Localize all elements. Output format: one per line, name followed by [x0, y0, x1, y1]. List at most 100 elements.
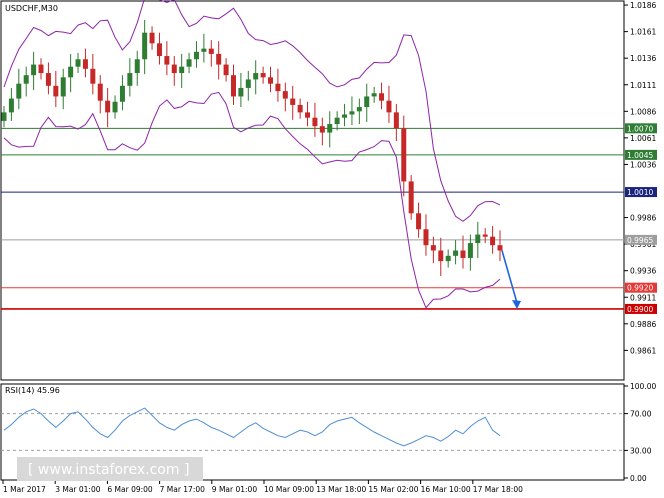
watermark: [ www.instaforex.com ]	[17, 457, 203, 481]
price-tick-label: 1.0036	[630, 160, 656, 169]
candle-body	[290, 98, 296, 105]
candle-body	[475, 234, 481, 244]
candle-body	[497, 245, 503, 251]
level-price-label: 0.9900	[627, 305, 653, 314]
candle-body	[364, 96, 370, 108]
candle-body	[53, 85, 59, 97]
candle-body	[156, 43, 162, 57]
candle-body	[453, 250, 459, 256]
candle-body	[327, 124, 333, 133]
time-tick-label: 15 Mar 02:00	[368, 485, 418, 494]
rsi-label: RSI(14) 45.96	[5, 386, 60, 395]
candle-body	[38, 64, 44, 74]
candle-body	[142, 32, 148, 60]
candle-body	[423, 229, 429, 246]
price-tick-label: 1.0161	[630, 28, 656, 37]
candle-body	[90, 68, 96, 84]
candle-body	[134, 59, 140, 74]
time-tick-label: 3 Mar 01:00	[55, 485, 101, 494]
time-axis: 1 Mar 2017 3 Mar 01:00 6 Mar 09:00 7 Mar 17…	[2, 480, 523, 494]
time-tick-label: 16 Mar 10:00	[421, 485, 471, 494]
level-price-label: 0.9920	[627, 284, 653, 293]
candle-body	[60, 77, 66, 97]
candle-body	[8, 98, 14, 113]
candle-body	[68, 66, 74, 78]
time-tick-label: 17 Mar 18:00	[473, 485, 523, 494]
time-tick-label: 7 Mar 17:00	[160, 485, 206, 494]
candle-body	[379, 93, 385, 101]
price-tick-label: 1.0086	[630, 107, 656, 116]
candle-body	[1, 112, 7, 121]
rsi-tick-label: 0.00	[630, 474, 647, 483]
level-price-label: 1.0070	[627, 124, 653, 133]
candle-body	[482, 234, 488, 237]
candle-body	[445, 255, 451, 262]
candle-body	[16, 83, 22, 99]
candle-body	[253, 73, 259, 80]
usdchf-chart: USDCHF,M30 RSI(14) 45.96 1.0186 1.0161 1.0…	[0, 0, 657, 494]
candle-body	[349, 111, 355, 115]
level-price-label: 1.0045	[627, 151, 653, 160]
candle-body	[193, 51, 199, 60]
candle-body	[467, 243, 473, 258]
candle-body	[238, 87, 244, 97]
candle-body	[490, 236, 496, 246]
candle-body	[179, 66, 185, 74]
price-tick-label: 1.0186	[630, 1, 656, 10]
time-tick-label: 10 Mar 09:00	[264, 485, 314, 494]
candle-body	[356, 107, 362, 112]
candle-body	[105, 100, 111, 113]
candle-body	[438, 250, 444, 262]
price-tick-label: 1.0111	[630, 81, 656, 90]
candle-body	[297, 104, 303, 113]
price-tick-label: 0.9986	[630, 214, 656, 223]
candle-body	[401, 128, 407, 182]
price-axis: 1.01861.01611.01361.01111.00861.00611.00…	[624, 1, 656, 355]
time-tick-label: 1 Mar 2017	[3, 485, 46, 494]
candle-body	[460, 250, 466, 258]
candle-body	[260, 73, 266, 78]
candle-body	[319, 126, 325, 133]
candle-body	[201, 48, 207, 52]
candle-body	[245, 79, 251, 88]
candle-body	[164, 56, 170, 65]
candle-body	[416, 213, 422, 230]
candle-body	[186, 59, 192, 67]
candle-body	[149, 32, 155, 44]
price-tick-label: 0.9911	[630, 293, 656, 302]
candle-body	[342, 114, 348, 118]
candle-body	[430, 245, 436, 251]
candle-body	[223, 64, 229, 76]
candle-body	[305, 112, 311, 118]
time-tick-label: 9 Mar 01:00	[212, 485, 258, 494]
candle-body	[282, 91, 288, 99]
candle-body	[112, 101, 118, 113]
candle-body	[171, 64, 177, 74]
rsi-tick-label: 70.00	[630, 410, 652, 419]
candle-body	[216, 53, 222, 65]
candle-body	[208, 48, 214, 54]
price-tick-label: 1.0061	[630, 134, 656, 143]
price-tick-label: 0.9861	[630, 346, 656, 355]
candle-body	[275, 83, 281, 92]
candle-body	[75, 59, 81, 67]
rsi-tick-label: 100.00	[630, 382, 656, 391]
candle-body	[82, 59, 88, 69]
level-price-label: 1.0010	[627, 188, 653, 197]
price-tick-label: 0.9886	[630, 320, 656, 329]
candle-body	[312, 117, 318, 127]
candle-body	[230, 75, 236, 97]
candle-body	[119, 85, 125, 102]
candle-body	[31, 64, 37, 76]
watermark-text: [ www.instaforex.com ]	[28, 462, 189, 478]
candle-body	[97, 83, 103, 101]
time-tick-label: 13 Mar 18:00	[316, 485, 366, 494]
candle-body	[23, 75, 29, 84]
candle-body	[334, 117, 340, 125]
candle-body	[386, 100, 392, 113]
candle-body	[371, 93, 377, 97]
candle-body	[393, 112, 399, 129]
level-price-label: 0.9965	[627, 236, 653, 245]
candle-body	[268, 77, 274, 84]
candle-body	[45, 73, 51, 86]
